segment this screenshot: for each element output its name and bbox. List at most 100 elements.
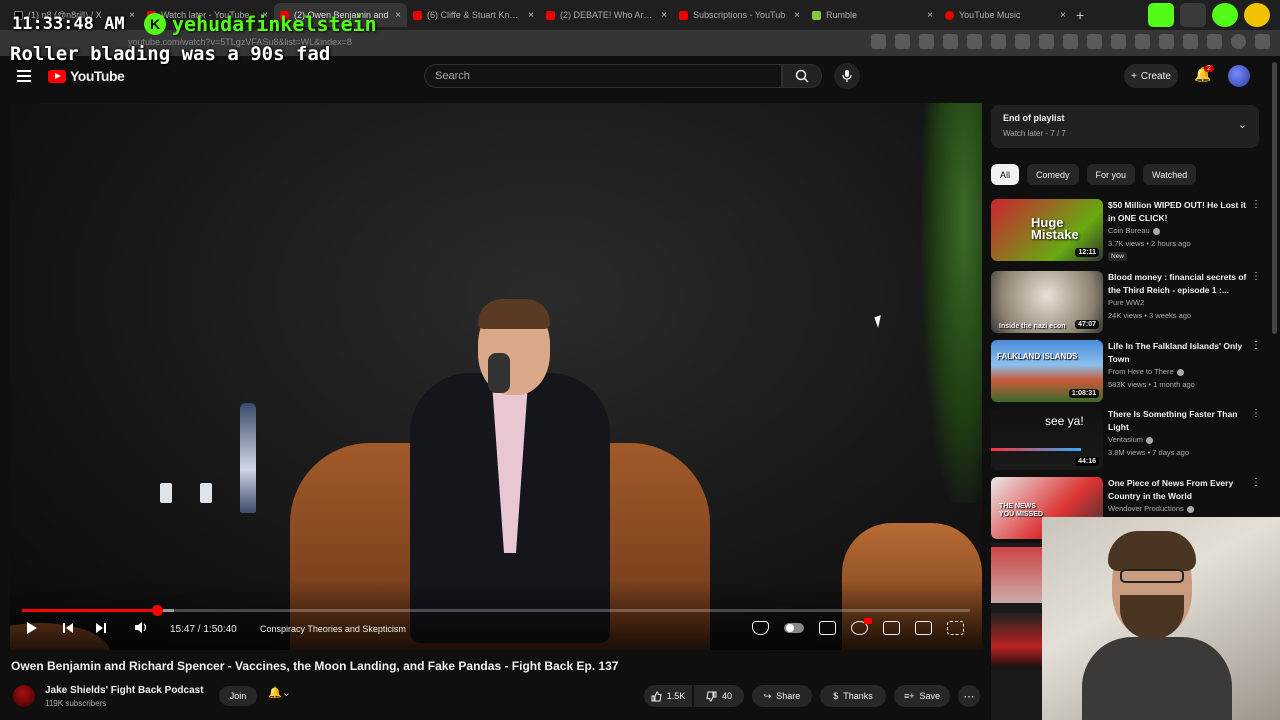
- miniplayer-icon[interactable]: [883, 621, 900, 635]
- close-tab-icon[interactable]: ×: [927, 10, 933, 21]
- recommendation-channel[interactable]: From Here to There: [1108, 367, 1184, 376]
- close-tab-icon[interactable]: ×: [661, 10, 667, 21]
- extension-icon[interactable]: [967, 34, 982, 49]
- close-tab-icon[interactable]: ×: [129, 10, 135, 21]
- tab-label: YouTube Music: [959, 10, 1021, 20]
- recommendation-meta: 3.8M views • 7 days ago: [1108, 448, 1189, 457]
- playlist-panel-header[interactable]: End of playlist Watch later - 7 / 7 ⌄: [991, 105, 1259, 148]
- recommendation-channel[interactable]: Pure WW2: [1108, 298, 1144, 307]
- thanks-button[interactable]: $ Thanks: [820, 685, 886, 707]
- search-icon: [795, 69, 809, 83]
- recommendation-channel[interactable]: Coin Bureau: [1108, 226, 1160, 235]
- chapter-title[interactable]: Conspiracy Theories and Skepticism: [260, 624, 406, 634]
- browser-tab[interactable]: Subscriptions - YouTub ×: [673, 3, 806, 27]
- browser-tab[interactable]: YouTube Music ×: [939, 3, 1072, 27]
- extension-icon[interactable]: [943, 34, 958, 49]
- chip-comedy[interactable]: Comedy: [1027, 164, 1079, 185]
- cast-icon[interactable]: [915, 621, 932, 635]
- search-input[interactable]: Search: [424, 64, 782, 88]
- more-vertical-icon[interactable]: ⋮: [1251, 199, 1261, 210]
- recommendation-channel[interactable]: Veritasium: [1108, 435, 1154, 444]
- share-button[interactable]: ↪ Share: [752, 685, 812, 707]
- extension-icon[interactable]: [1135, 34, 1150, 49]
- extension-icon[interactable]: [1015, 34, 1030, 49]
- join-button[interactable]: Join: [219, 686, 257, 706]
- browser-tab[interactable]: Rumble ×: [806, 3, 939, 27]
- browser-tab[interactable]: (2) DEBATE! Who Are th ×: [540, 3, 673, 27]
- extension-icon[interactable]: [1159, 34, 1174, 49]
- more-vertical-icon[interactable]: ⋮: [1251, 408, 1261, 419]
- subtitles-icon[interactable]: [819, 621, 836, 635]
- more-actions-button[interactable]: ⋯: [958, 685, 980, 707]
- video-thumbnail[interactable]: Inside the nazi econ 47:07: [991, 271, 1103, 333]
- more-vertical-icon[interactable]: ⋮: [1251, 271, 1261, 282]
- extension-icon[interactable]: [1039, 34, 1054, 49]
- partial-thumbnail[interactable]: [991, 547, 1042, 603]
- video-thumbnail[interactable]: FALKLAND ISLANDS 1:08:31: [991, 340, 1103, 402]
- playlist-subtitle[interactable]: Watch later - 7 / 7: [1003, 129, 1066, 138]
- autoplay-toggle[interactable]: [784, 623, 804, 633]
- extension-icon[interactable]: [1207, 34, 1222, 49]
- volume-button[interactable]: [134, 621, 149, 637]
- extension-icon[interactable]: [1087, 34, 1102, 49]
- chevron-down-icon[interactable]: ⌄: [1238, 118, 1247, 131]
- extension-icon[interactable]: [1183, 34, 1198, 49]
- channel-avatar[interactable]: [13, 685, 35, 707]
- like-button[interactable]: 1.5K: [644, 685, 692, 707]
- browser-menu-icon[interactable]: [1255, 34, 1270, 49]
- more-vertical-icon[interactable]: ⋮: [1251, 340, 1261, 351]
- more-vertical-icon[interactable]: ⋮: [1251, 477, 1261, 488]
- recommendation-title[interactable]: There Is Something Faster Than Light: [1108, 408, 1248, 434]
- save-button[interactable]: ≡+ Save: [894, 685, 950, 707]
- extension-icon[interactable]: [1111, 34, 1126, 49]
- hamburger-menu-icon[interactable]: [17, 70, 31, 82]
- recommendation-item[interactable]: FALKLAND ISLANDS 1:08:31 Life In The Fal…: [991, 340, 1266, 402]
- youtube-favicon-icon: [679, 10, 688, 20]
- chip-for-you[interactable]: For you: [1086, 164, 1136, 185]
- subscription-bell-icon[interactable]: 🔔⌄: [268, 686, 291, 699]
- new-tab-button[interactable]: +: [1076, 7, 1084, 23]
- profile-icon[interactable]: [1231, 34, 1246, 49]
- dislike-button[interactable]: 40: [694, 685, 744, 707]
- youtube-logo[interactable]: YouTube: [48, 68, 125, 84]
- close-tab-icon[interactable]: ×: [794, 10, 800, 21]
- recommendation-title[interactable]: One Piece of News From Every Country in …: [1108, 477, 1248, 503]
- video-thumbnail[interactable]: Huge Mistake 12:11: [991, 199, 1103, 261]
- extension-icon[interactable]: [895, 34, 910, 49]
- sponsorblock-icon[interactable]: [752, 621, 769, 635]
- extension-icon[interactable]: [919, 34, 934, 49]
- chip-all[interactable]: All: [991, 164, 1020, 185]
- settings-gear-icon[interactable]: [851, 618, 872, 635]
- fullscreen-icon[interactable]: [947, 621, 964, 635]
- search-button[interactable]: [782, 64, 822, 88]
- account-avatar[interactable]: [1228, 65, 1250, 87]
- recommendation-channel[interactable]: Wendover Productions: [1108, 504, 1194, 513]
- previous-button[interactable]: [62, 621, 74, 637]
- plus-icon: +: [1131, 70, 1137, 82]
- next-button[interactable]: [95, 621, 107, 637]
- extension-icon[interactable]: [991, 34, 1006, 49]
- recommendation-title[interactable]: Blood money : financial secrets of the T…: [1108, 271, 1248, 297]
- create-button[interactable]: + Create: [1124, 64, 1178, 88]
- sidebar-scrollbar[interactable]: [1272, 62, 1277, 334]
- recommendation-item[interactable]: see ya! 44:16 There Is Something Faster …: [991, 408, 1266, 470]
- recommendation-title[interactable]: Life In The Falkland Islands' Only Town: [1108, 340, 1248, 366]
- partial-thumbnail[interactable]: [991, 613, 1042, 669]
- recommendation-item[interactable]: Huge Mistake 12:11 $50 Million WIPED OUT…: [991, 199, 1266, 261]
- extension-icon[interactable]: [871, 34, 886, 49]
- progress-bar[interactable]: [22, 605, 970, 616]
- close-tab-icon[interactable]: ×: [528, 10, 534, 21]
- extension-icon[interactable]: [1063, 34, 1078, 49]
- video-thumbnail[interactable]: see ya! 44:16: [991, 408, 1103, 470]
- video-title: Owen Benjamin and Richard Spencer - Vacc…: [11, 659, 619, 673]
- video-player[interactable]: 15:47 / 1:50:40 Conspiracy Theories and …: [10, 103, 982, 650]
- close-tab-icon[interactable]: ×: [1060, 10, 1066, 21]
- play-button[interactable]: [26, 621, 38, 638]
- recommendation-item[interactable]: Inside the nazi econ 47:07 Blood money :…: [991, 271, 1266, 333]
- voice-search-button[interactable]: [834, 63, 860, 89]
- chip-watched[interactable]: Watched: [1143, 164, 1197, 185]
- channel-name[interactable]: Jake Shields' Fight Back Podcast: [45, 685, 204, 696]
- close-tab-icon[interactable]: ×: [395, 10, 401, 21]
- browser-tab[interactable]: (6) Cliffe & Stuart Knech ×: [407, 3, 540, 27]
- recommendation-title[interactable]: $50 Million WIPED OUT! He Lost it in ONE…: [1108, 199, 1248, 225]
